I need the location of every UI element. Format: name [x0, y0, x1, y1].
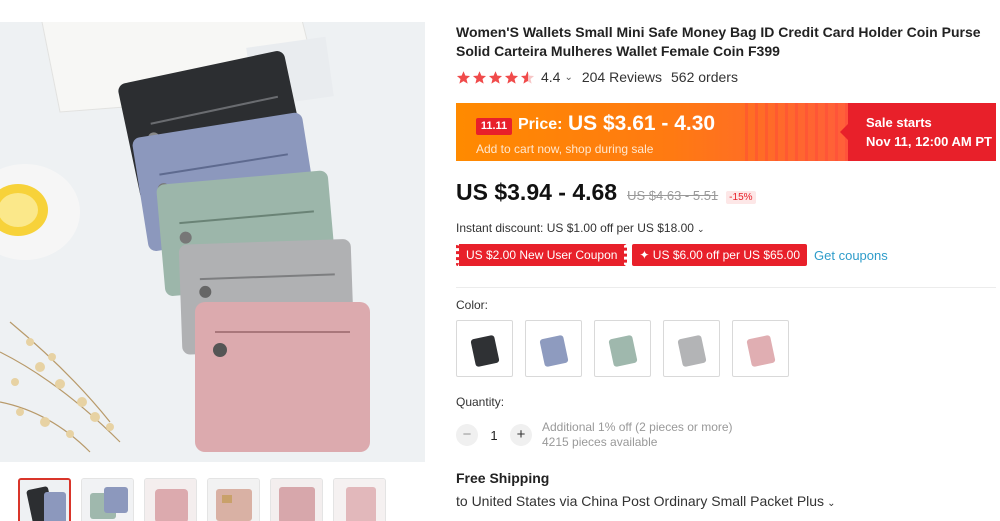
promo-price: US $3.61 - 4.30: [568, 112, 716, 135]
wallets-photo: [0, 22, 425, 462]
instant-discount-text: Instant discount: US $1.00 off per US $1…: [456, 221, 694, 235]
get-coupons-link[interactable]: Get coupons: [814, 248, 888, 263]
rating-row: 4.4 ⌄ 204 Reviews 562 orders: [456, 69, 738, 85]
original-price: US $4.63 - 5.51: [627, 188, 719, 203]
thumbnail-strip: [18, 478, 386, 521]
thumbnail-image: [208, 479, 259, 521]
thumbnail-5[interactable]: [270, 478, 323, 521]
quantity-label: Quantity:: [456, 395, 505, 409]
shipping-method[interactable]: to United States via China Post Ordinary…: [456, 493, 835, 509]
thumbnail-image: [82, 479, 133, 521]
sale-starts-label: Sale starts: [866, 115, 932, 130]
quantity-info: Additional 1% off (2 pieces or more) 421…: [542, 420, 733, 450]
stock-available: 4215 pieces available: [542, 435, 658, 449]
quantity-value[interactable]: 1: [478, 428, 510, 443]
shipping-title: Free Shipping: [456, 470, 550, 486]
section-divider: [456, 287, 996, 288]
bulk-discount-note: Additional 1% off (2 pieces or more): [542, 420, 733, 434]
color-options: [456, 320, 789, 377]
color-option-gray[interactable]: [663, 320, 720, 377]
half-star-icon: [520, 70, 535, 84]
gray-wallet-swatch: [677, 334, 706, 367]
chevron-down-icon: ⌄: [827, 498, 836, 509]
sale-event-badge: 11.11: [476, 118, 512, 135]
sale-start-time: Nov 11, 12:00 AM PT: [866, 134, 992, 149]
thumbnail-3[interactable]: [144, 478, 197, 521]
shipping-detail-text: to United States via China Post Ordinary…: [456, 493, 825, 509]
thumbnail-image: [145, 479, 196, 521]
promo-price-block: 11.11 Price: US $3.61 - 4.30 Add to cart…: [456, 103, 848, 161]
star-icon: [456, 70, 471, 84]
promo-price-label: Price:: [518, 116, 563, 133]
discount-badge: -15%: [726, 191, 756, 204]
promo-subtext: Add to cart now, shop during sale: [476, 142, 654, 156]
thumbnail-2[interactable]: [81, 478, 134, 521]
blue-wallet-swatch: [539, 334, 568, 367]
pink-wallet-swatch: [746, 334, 775, 367]
price-row: US $3.94 - 4.68 US $4.63 - 5.51 -15%: [456, 179, 756, 206]
new-user-coupon[interactable]: US $2.00 New User Coupon: [456, 244, 628, 266]
color-option-green[interactable]: [594, 320, 651, 377]
promo-notch-decoration: [840, 124, 848, 140]
color-option-pink[interactable]: [732, 320, 789, 377]
green-wallet-swatch: [608, 334, 637, 367]
orders-count: 562 orders: [671, 69, 738, 85]
instant-discount[interactable]: Instant discount: US $1.00 off per US $1…: [456, 221, 704, 235]
star-icon: [488, 70, 503, 84]
decrease-quantity-button[interactable]: −: [456, 424, 478, 446]
rating-stars[interactable]: [456, 70, 535, 85]
thumbnail-image: [20, 480, 69, 521]
color-label: Color:: [456, 298, 489, 312]
thumbnail-1[interactable]: [18, 478, 71, 521]
thumbnail-6[interactable]: [333, 478, 386, 521]
sale-start-block: Sale starts Nov 11, 12:00 AM PT: [840, 103, 996, 161]
star-icon: [504, 70, 519, 84]
color-option-blue[interactable]: [525, 320, 582, 377]
rating-value: 4.4: [541, 69, 561, 85]
store-coupon[interactable]: ✦ US $6.00 off per US $65.00: [632, 244, 808, 266]
increase-quantity-button[interactable]: +: [510, 424, 532, 446]
color-option-black[interactable]: [456, 320, 513, 377]
reviews-count[interactable]: 204 Reviews: [582, 69, 662, 85]
rating-dropdown-chevron-icon[interactable]: ⌄: [564, 72, 572, 83]
coupons-row: US $2.00 New User Coupon ✦ US $6.00 off …: [456, 244, 888, 266]
thumbnail-4[interactable]: [207, 478, 260, 521]
quantity-stepper: − 1 + Additional 1% off (2 pieces or mor…: [456, 420, 733, 450]
product-title: Women'S Wallets Small Mini Safe Money Ba…: [456, 24, 981, 59]
chevron-down-icon: ⌄: [696, 224, 705, 234]
star-icon: [472, 70, 487, 84]
sale-promo-banner: 11.11 Price: US $3.61 - 4.30 Add to cart…: [456, 103, 996, 161]
main-product-image[interactable]: [0, 22, 425, 462]
promo-stripes-decoration: [738, 103, 848, 161]
thumbnail-image: [334, 479, 385, 521]
thumbnail-image: [271, 479, 322, 521]
black-wallet-swatch: [470, 334, 499, 367]
current-price: US $3.94 - 4.68: [456, 179, 618, 205]
